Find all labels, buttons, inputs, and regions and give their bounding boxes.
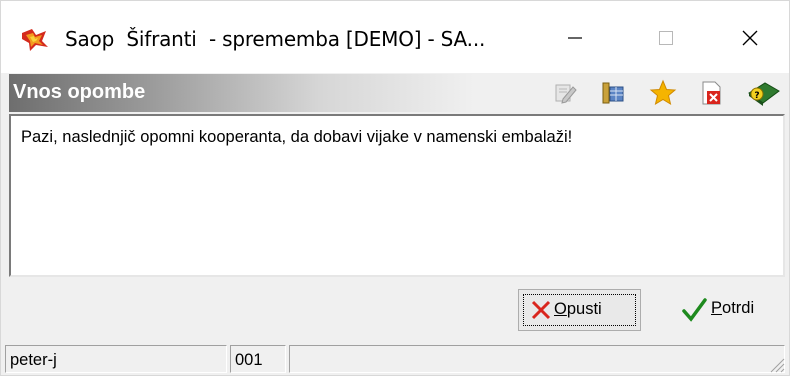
checkmark-icon [682,298,707,322]
close-icon [742,30,758,46]
cancel-button-label: Opusti [554,300,602,319]
section-header: Vnos opombe ? [9,74,785,112]
window-title: Saop Šifranti - sprememba [DEMO] - SA... [65,27,486,51]
confirm-button-label: Potrdi [711,299,754,318]
star-icon[interactable] [649,79,677,107]
section-title: Vnos opombe [13,81,146,103]
resize-grip-icon[interactable] [767,355,785,373]
status-code: 001 [230,345,286,373]
status-bar: peter-j 001 [1,342,789,375]
cancel-label-rest: pusti [566,300,602,318]
status-extra [289,345,785,373]
cancel-mnemonic: O [554,300,567,318]
title-bar[interactable]: Saop Šifranti - sprememba [DEMO] - SA... [1,1,789,73]
application-window: Saop Šifranti - sprememba [DEMO] - SA...… [0,0,790,376]
close-button[interactable] [728,15,772,61]
app-logo-icon [22,29,48,51]
edit-icon[interactable] [551,79,579,107]
maximize-button[interactable] [644,15,688,61]
svg-text:?: ? [754,91,759,101]
note-textarea[interactable]: Pazi, naslednjič opomni kooperanta, da d… [9,114,785,277]
minimize-icon [568,37,582,39]
status-user: peter-j [5,345,227,373]
help-book-icon[interactable]: ? [747,79,781,107]
cancel-button[interactable]: Opusti [518,289,641,331]
delete-file-icon[interactable] [697,79,725,107]
confirm-mnemonic: P [711,299,723,317]
confirm-label-rest: otrdi [722,299,755,317]
columns-icon[interactable] [599,79,627,107]
confirm-button[interactable]: Potrdi [673,289,781,331]
cancel-x-icon [531,300,551,320]
note-text: Pazi, naslednjič opomni kooperanta, da d… [21,128,573,146]
maximize-icon [659,31,673,45]
minimize-button[interactable] [553,15,597,61]
